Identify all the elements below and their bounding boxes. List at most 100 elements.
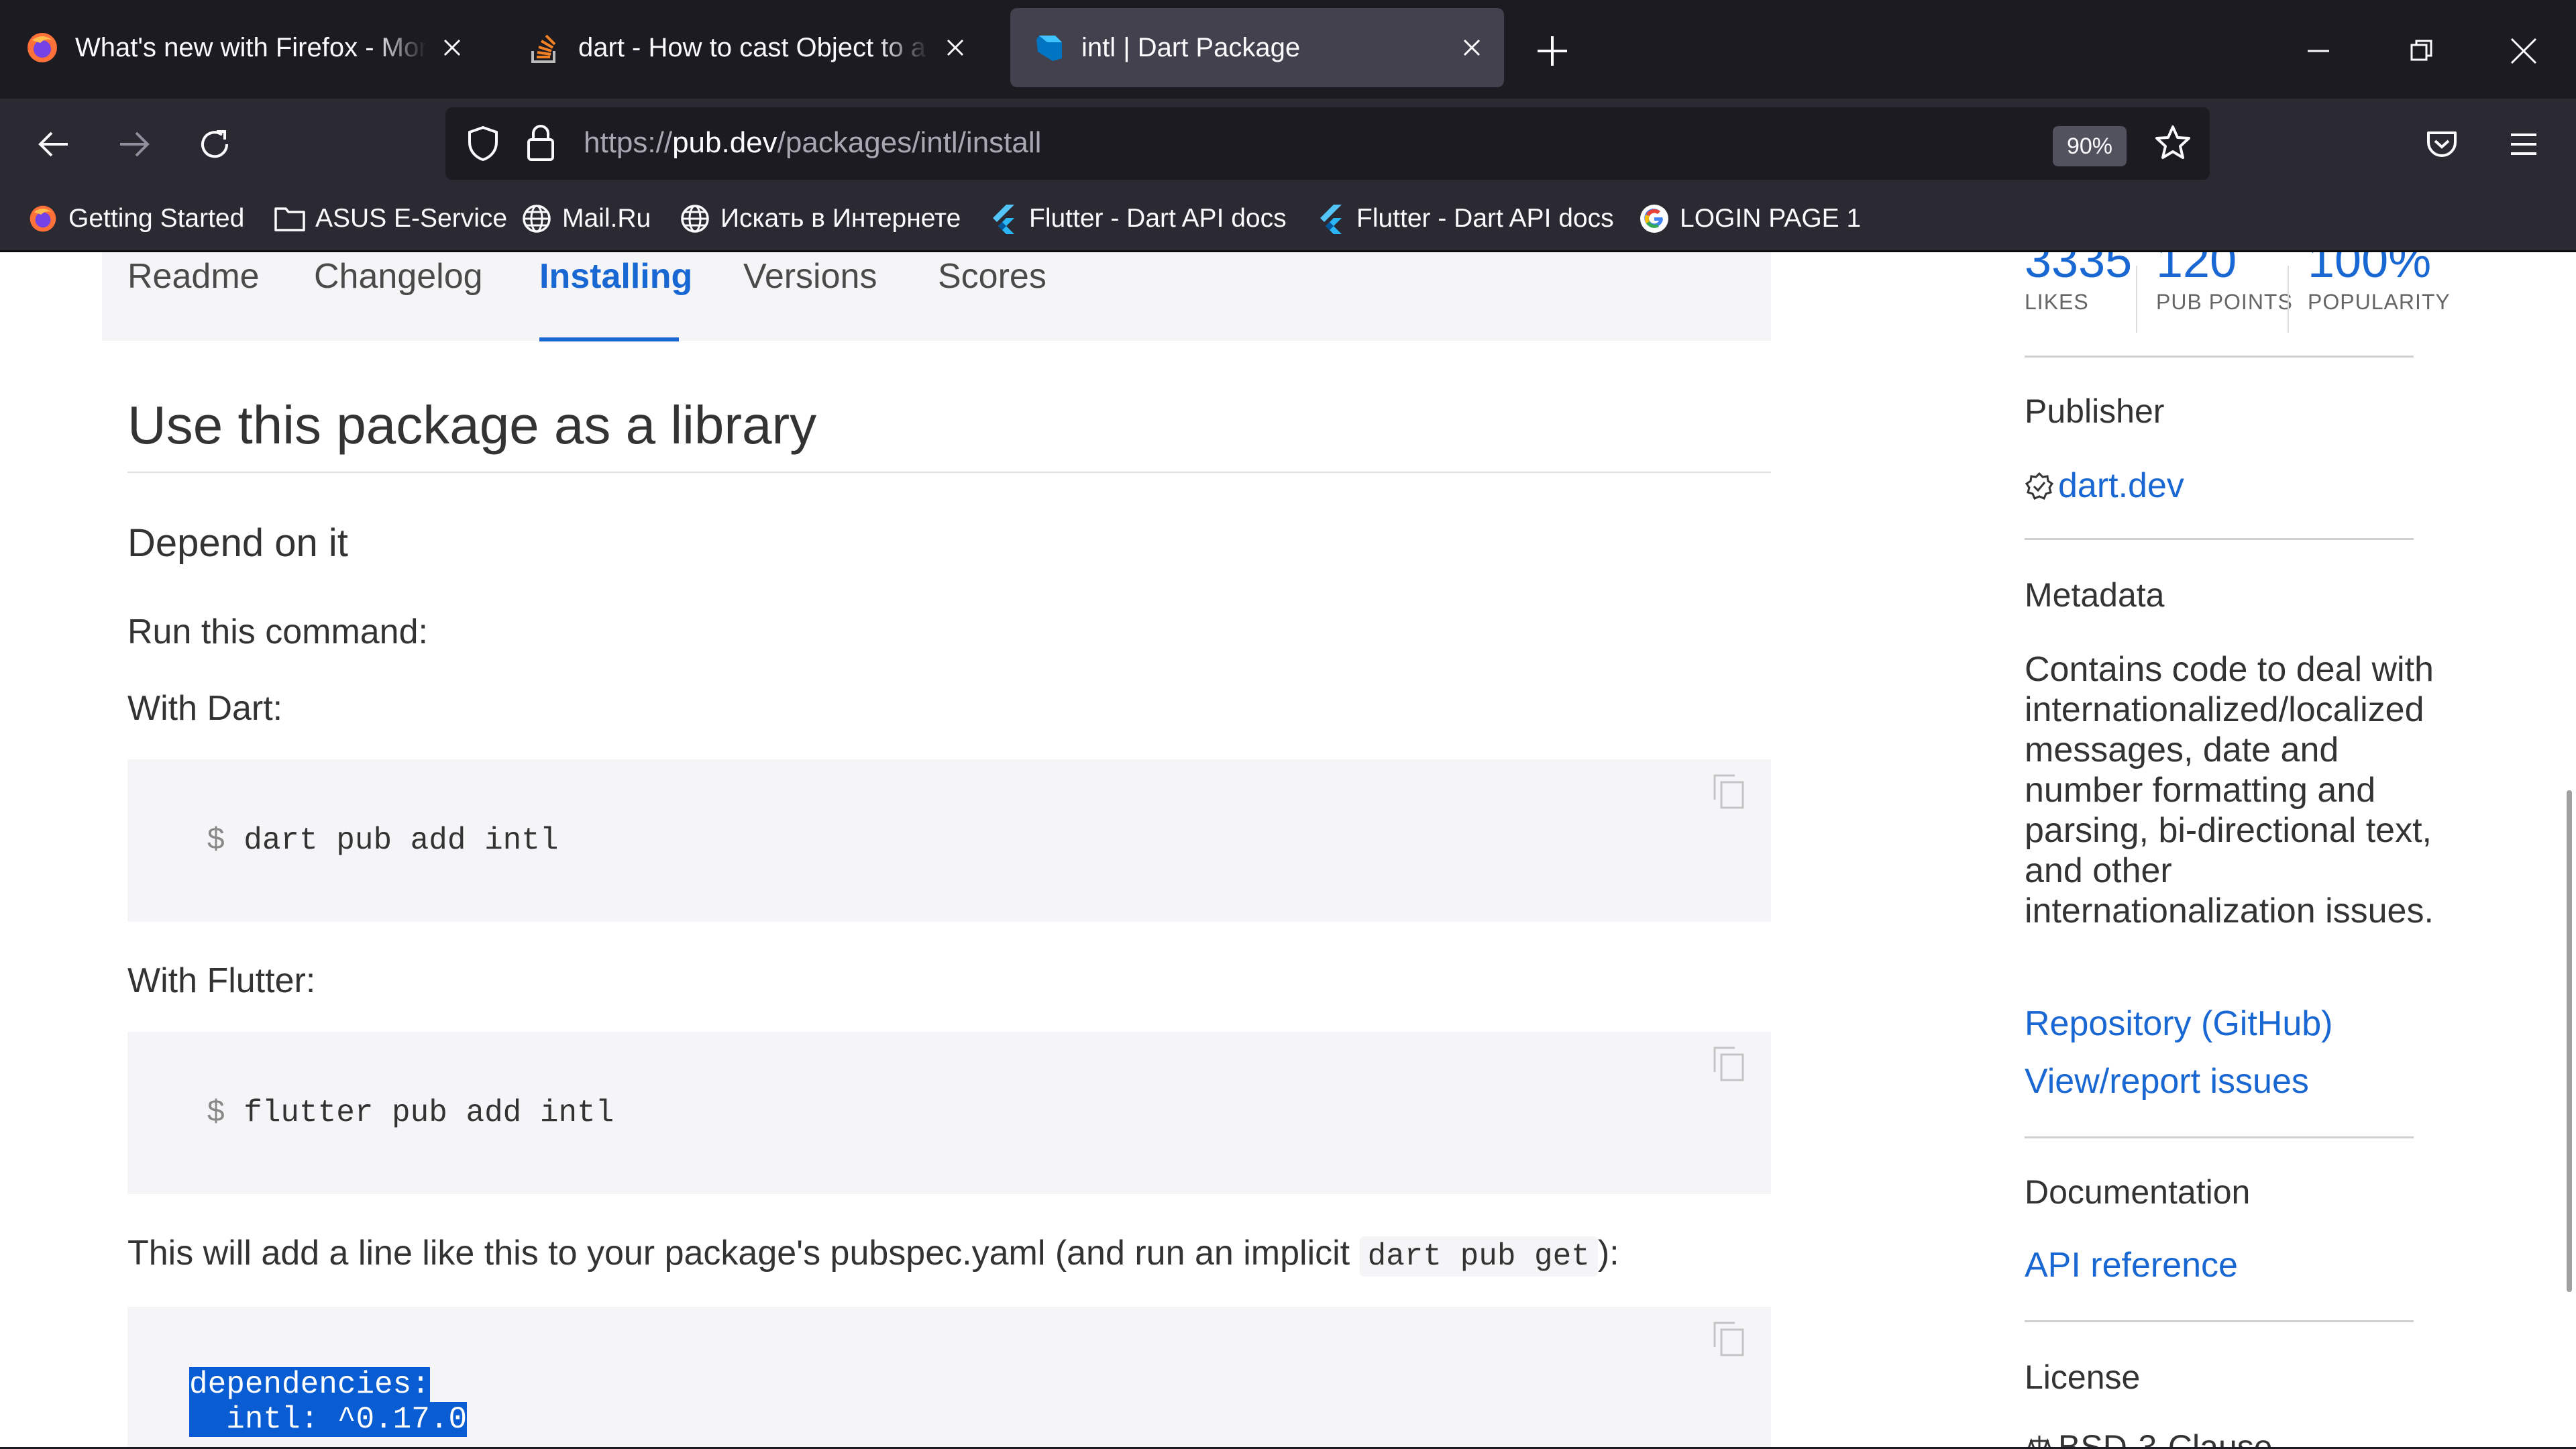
google-icon — [1638, 203, 1670, 235]
back-button[interactable] — [30, 121, 77, 168]
stackoverflow-icon — [529, 31, 562, 64]
bookmark-mailru[interactable]: Mail.Ru — [521, 198, 651, 239]
tab-readme[interactable]: Readme — [127, 256, 260, 297]
prompt: $ — [207, 823, 225, 858]
browser-tab-firefox-news[interactable]: What's new with Firefox - More p — [4, 8, 484, 87]
publisher-heading: Publisher — [2025, 392, 2165, 430]
browser-toolbar: https://pub.dev/packages/intl/install 90… — [0, 99, 2576, 189]
minimize-button[interactable] — [2298, 31, 2339, 71]
tab-title: What's new with Firefox - More p — [75, 32, 427, 62]
tab-versions[interactable]: Versions — [743, 256, 877, 297]
address-bar[interactable]: https://pub.dev/packages/intl/install 90… — [445, 107, 2210, 180]
pub-points-label: PUB POINTS — [2156, 290, 2293, 314]
close-window-button[interactable] — [2504, 31, 2544, 71]
close-icon[interactable] — [439, 34, 466, 61]
scrollbar-thumb[interactable] — [2567, 790, 2572, 1292]
tab-changelog[interactable]: Changelog — [314, 256, 483, 297]
new-tab-button[interactable] — [1534, 32, 1571, 70]
browser-tab-stackoverflow[interactable]: dart - How to cast Object to a sp — [507, 8, 987, 87]
bookmarks-toolbar: Getting Started ASUS E-Service Mail.Ru И… — [0, 189, 2576, 252]
divider — [2025, 1320, 2414, 1322]
tab-installing[interactable]: Installing — [539, 256, 692, 297]
bookmark-asus-eservice[interactable]: ASUS E-Service — [274, 198, 507, 239]
api-reference-link[interactable]: API reference — [2025, 1245, 2238, 1285]
reload-button[interactable] — [191, 121, 238, 168]
tab-scores[interactable]: Scores — [938, 256, 1046, 297]
flutter-label: With Flutter: — [127, 961, 316, 1000]
divider — [127, 472, 1771, 473]
license-value: BSD-3-Clause — [2025, 1428, 2273, 1449]
star-icon[interactable] — [2153, 123, 2192, 166]
package-tabs: Readme Changelog Installing Versions Sco… — [102, 252, 1771, 341]
package-description: Contains code to deal with international… — [2025, 650, 2434, 930]
yaml-line: dependencies: — [189, 1367, 430, 1402]
flutter-icon — [987, 203, 1020, 235]
verified-publisher-icon — [2025, 472, 2054, 500]
divider — [2136, 266, 2137, 333]
yaml-code[interactable]: dependencies: intl: ^0.17.0 — [189, 1367, 468, 1437]
tab-title: intl | Dart Package — [1081, 32, 1301, 62]
divider — [2025, 538, 2414, 540]
menu-icon[interactable] — [2500, 121, 2547, 168]
description-text: ): — [1597, 1234, 1619, 1273]
license-heading: License — [2025, 1358, 2141, 1396]
instruction-text: Run this command: — [127, 612, 428, 651]
close-icon[interactable] — [942, 34, 969, 61]
bookmark-label: Getting Started — [68, 204, 245, 233]
pocket-icon[interactable] — [2418, 121, 2465, 168]
bookmark-label: Flutter - Dart API docs — [1356, 204, 1614, 233]
divider — [2025, 356, 2414, 358]
url-scheme: https:// — [584, 126, 673, 159]
repository-link[interactable]: Repository (GitHub) — [2025, 1004, 2332, 1044]
prompt: $ — [207, 1095, 225, 1130]
dart-label: With Dart: — [127, 689, 283, 728]
globe-icon — [679, 203, 711, 235]
flutter-command[interactable]: $ flutter pub add intl — [207, 1095, 614, 1130]
documentation-heading: Documentation — [2025, 1173, 2251, 1211]
issues-link[interactable]: View/report issues — [2025, 1061, 2309, 1102]
copy-icon[interactable] — [1711, 1044, 1747, 1084]
active-tab-indicator — [539, 337, 679, 341]
lock-icon[interactable] — [526, 123, 555, 166]
dart-icon — [1032, 31, 1065, 64]
dart-command[interactable]: $ dart pub add intl — [207, 823, 559, 858]
publisher-name: dart.dev — [2058, 466, 2184, 505]
dart-command-block: $ dart pub add intl — [127, 759, 1771, 922]
bookmark-flutter-api-1[interactable]: Flutter - Dart API docs — [987, 198, 1287, 239]
url-text[interactable]: https://pub.dev/packages/intl/install — [584, 126, 1041, 160]
bookmark-getting-started[interactable]: Getting Started — [27, 198, 244, 239]
copy-icon[interactable] — [1711, 1319, 1747, 1359]
pubspec-description: This will add a line like this to your p… — [127, 1233, 1619, 1277]
popularity-value[interactable]: 100% — [2308, 252, 2431, 288]
bookmark-label: ASUS E-Service — [315, 204, 508, 233]
folder-icon — [274, 203, 306, 235]
shield-icon[interactable] — [466, 125, 500, 166]
bookmark-search-internet[interactable]: Искать в Интернете — [679, 198, 961, 239]
flutter-icon — [1315, 203, 1347, 235]
likes-count[interactable]: 3335 — [2025, 252, 2132, 288]
browser-tab-bar: What's new with Firefox - More p dart - … — [0, 0, 2576, 99]
copy-icon[interactable] — [1711, 771, 1747, 812]
bookmark-login-page[interactable]: LOGIN PAGE 1 — [1638, 198, 1861, 239]
globe-icon — [521, 203, 553, 235]
divider — [2025, 1136, 2414, 1138]
page-content: Readme Changelog Installing Versions Sco… — [0, 252, 2576, 1449]
forward-button[interactable] — [111, 121, 158, 168]
inline-code: dart pub get — [1359, 1236, 1598, 1277]
browser-tab-intl[interactable]: intl | Dart Package — [1010, 8, 1504, 87]
bookmark-flutter-api-2[interactable]: Flutter - Dart API docs — [1315, 198, 1614, 239]
publisher-link[interactable]: dart.dev — [2025, 466, 2184, 506]
yaml-block: dependencies: intl: ^0.17.0 — [127, 1307, 1771, 1449]
description-text: This will add a line like this to your p… — [127, 1234, 1360, 1273]
pub-points-count[interactable]: 120 — [2156, 252, 2237, 288]
restore-button[interactable] — [2402, 31, 2442, 71]
bookmark-label: Mail.Ru — [562, 204, 651, 233]
firefox-icon — [25, 31, 59, 64]
tab-title: dart - How to cast Object to a sp — [578, 32, 930, 62]
command-text: flutter pub add intl — [244, 1095, 614, 1130]
bookmark-label: Flutter - Dart API docs — [1029, 204, 1287, 233]
popularity-label: POPULARITY — [2308, 290, 2451, 314]
bookmark-label: Искать в Интернете — [720, 204, 961, 233]
close-icon[interactable] — [1458, 34, 1485, 61]
zoom-indicator[interactable]: 90% — [2053, 126, 2127, 166]
